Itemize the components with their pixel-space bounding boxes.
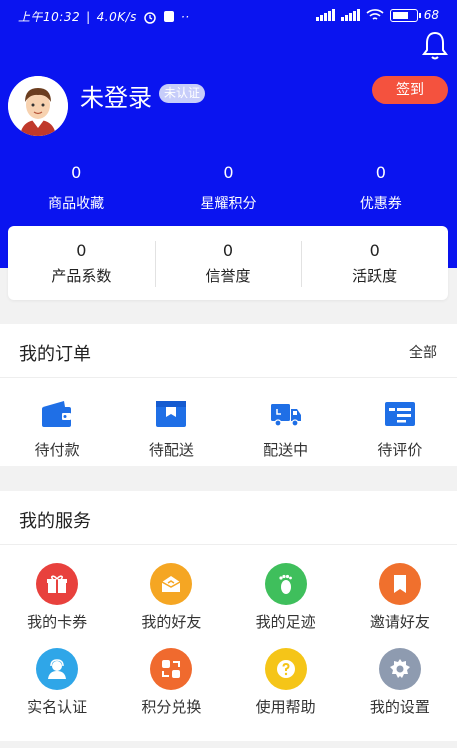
review-icon — [384, 402, 415, 426]
service-label: 使用帮助 — [255, 698, 316, 716]
order-label: 待配送 — [148, 441, 194, 459]
status-bar: 上午10:32 | 4.0K/s ·· 68 — [18, 8, 439, 24]
service-my-cards[interactable]: 我的卡券 — [0, 563, 114, 632]
stat-label: 星耀积分 — [200, 196, 257, 212]
invite-icon — [378, 563, 421, 605]
metric-value: 0 — [222, 240, 234, 260]
verify-icon — [36, 648, 79, 690]
stat-value: 0 — [375, 163, 386, 182]
avatar[interactable] — [8, 76, 68, 136]
package-icon — [156, 401, 187, 427]
section-title: 我的订单 — [19, 344, 91, 365]
services-section: 我的服务 我的卡券 我的好友 我的足迹 邀请好友 实名认证 积分兑换 使用帮助 … — [0, 491, 457, 741]
username[interactable]: 未登录 — [80, 78, 152, 113]
metric-label: 信誉度 — [205, 266, 251, 285]
stat-coupons[interactable]: 0 优惠券 — [305, 162, 457, 213]
service-label: 积分兑换 — [141, 698, 202, 716]
order-pending-delivery[interactable]: 待配送 — [114, 399, 228, 460]
view-all-orders-link[interactable]: 全部 — [409, 342, 437, 362]
metric-label: 产品系数 — [51, 266, 112, 285]
order-pending-payment[interactable]: 待付款 — [0, 399, 114, 460]
bell-icon[interactable] — [420, 30, 450, 62]
wallet-icon — [42, 401, 72, 427]
more-dots-icon: ·· — [180, 9, 190, 24]
service-help[interactable]: 使用帮助 — [229, 648, 343, 717]
stat-favorites[interactable]: 0 商品收藏 — [0, 162, 152, 213]
service-label: 我的设置 — [369, 698, 430, 716]
service-label: 我的好友 — [141, 613, 202, 631]
service-label: 我的足迹 — [255, 613, 316, 631]
stat-label: 商品收藏 — [48, 196, 105, 212]
order-pending-review[interactable]: 待评价 — [343, 399, 457, 460]
orders-section: 我的订单 全部 待付款 待配送 配送中 待评价 — [0, 324, 457, 466]
alarm-icon — [144, 11, 156, 24]
service-label: 邀请好友 — [369, 613, 430, 631]
metrics-card: 0 产品系数 0 信誉度 0 活跃度 — [8, 226, 448, 300]
stat-points[interactable]: 0 星耀积分 — [152, 162, 304, 213]
metric-label: 活跃度 — [352, 266, 398, 285]
service-label: 实名认证 — [27, 698, 88, 716]
service-real-name-verification[interactable]: 实名认证 — [0, 648, 114, 717]
service-invite-friends[interactable]: 邀请好友 — [343, 563, 457, 632]
network-speed: 4.0K/s — [96, 9, 137, 24]
order-label: 待评价 — [377, 441, 423, 459]
settings-icon — [378, 648, 421, 690]
service-settings[interactable]: 我的设置 — [343, 648, 457, 717]
signal-hd-icon — [340, 9, 360, 21]
stat-value: 0 — [223, 163, 234, 182]
help-icon — [264, 648, 307, 690]
gift-icon — [36, 563, 79, 605]
service-points-exchange[interactable]: 积分兑换 — [114, 648, 228, 717]
metric-credibility: 0 信誉度 — [154, 240, 302, 287]
truck-icon — [270, 404, 301, 427]
friends-icon — [150, 563, 193, 605]
service-my-friends[interactable]: 我的好友 — [114, 563, 228, 632]
signal-icon — [315, 9, 335, 21]
metric-product-coefficient: 0 产品系数 — [8, 241, 155, 286]
battery-level: 68 — [423, 8, 439, 22]
order-label: 待付款 — [34, 441, 80, 459]
status-time: 上午10:32 — [18, 10, 81, 24]
exchange-icon — [150, 648, 193, 690]
stat-value: 0 — [71, 163, 82, 182]
service-my-footprint[interactable]: 我的足迹 — [229, 563, 343, 632]
metric-value: 0 — [369, 240, 380, 260]
section-title: 我的服务 — [19, 511, 91, 532]
battery-icon — [389, 8, 421, 22]
service-label: 我的卡券 — [27, 613, 88, 631]
footprint-icon — [264, 563, 307, 605]
metric-value: 0 — [76, 240, 87, 260]
order-label: 配送中 — [263, 441, 309, 459]
stat-label: 优惠券 — [359, 196, 402, 212]
avatar-illustration — [8, 76, 68, 136]
order-in-delivery[interactable]: 配送中 — [229, 399, 343, 460]
metric-activity: 0 活跃度 — [301, 240, 448, 287]
wifi-icon — [366, 8, 384, 20]
notification-app-icon — [163, 11, 174, 22]
header-stats: 0 商品收藏 0 星耀积分 0 优惠券 — [0, 162, 457, 213]
checkin-button[interactable]: 签到 — [372, 76, 448, 104]
verify-status-badge: 未认证 — [159, 84, 206, 103]
